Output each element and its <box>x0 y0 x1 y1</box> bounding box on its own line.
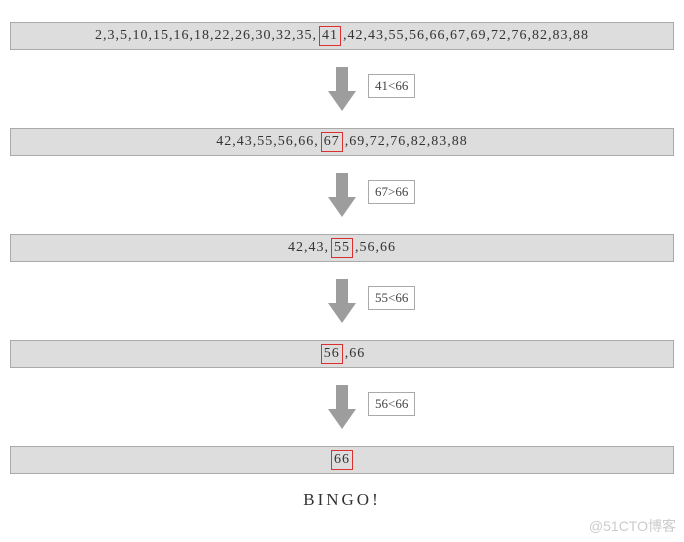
list-row-2: 42,43, 55 ,56,66 <box>10 234 674 262</box>
sequence-2: 42,43, 55 ,56,66 <box>287 238 397 258</box>
list-row-0: 2,3,5,10,15,16,18,22,26,30,32,35, 41 ,42… <box>10 22 674 50</box>
boxed-midpoint: 66 <box>331 450 353 470</box>
comparison-label: 56<66 <box>368 392 415 416</box>
list-row-3: 56 ,66 <box>10 340 674 368</box>
down-arrow-icon <box>328 383 356 431</box>
comparison-label: 67>66 <box>368 180 415 204</box>
arrow-row-1: 67>66 <box>10 156 674 234</box>
boxed-midpoint: 41 <box>319 26 341 46</box>
sequence-4: 66 <box>328 450 356 470</box>
down-arrow-icon <box>328 277 356 325</box>
boxed-midpoint: 55 <box>331 238 353 258</box>
nums-post: ,42,43,55,56,66,67,69,72,76,82,83,88 <box>342 28 590 44</box>
comparison-label: 55<66 <box>368 286 415 310</box>
sequence-1: 42,43,55,56,66, 67 ,69,72,76,82,83,88 <box>215 132 469 152</box>
nums-pre: 42,43,55,56,66, <box>215 134 320 150</box>
sequence-3: 56 ,66 <box>318 344 367 364</box>
boxed-midpoint: 56 <box>321 344 343 364</box>
arrow-row-3: 56<66 <box>10 368 674 446</box>
boxed-midpoint: 67 <box>321 132 343 152</box>
list-row-4: 66 <box>10 446 674 474</box>
arrow-row-0: 41<66 <box>10 50 674 128</box>
down-arrow-icon <box>328 65 356 113</box>
result-text: BINGO! <box>10 490 674 510</box>
nums-post: ,66 <box>344 346 367 362</box>
nums-post: ,56,66 <box>354 240 397 256</box>
arrow-row-2: 55<66 <box>10 262 674 340</box>
watermark-text: @51CTO博客 <box>589 516 676 536</box>
comparison-label: 41<66 <box>368 74 415 98</box>
nums-pre: 42,43, <box>287 240 330 256</box>
nums-post: ,69,72,76,82,83,88 <box>344 134 469 150</box>
down-arrow-icon <box>328 171 356 219</box>
list-row-1: 42,43,55,56,66, 67 ,69,72,76,82,83,88 <box>10 128 674 156</box>
sequence-0: 2,3,5,10,15,16,18,22,26,30,32,35, 41 ,42… <box>94 26 590 46</box>
nums-pre: 2,3,5,10,15,16,18,22,26,30,32,35, <box>94 28 318 44</box>
